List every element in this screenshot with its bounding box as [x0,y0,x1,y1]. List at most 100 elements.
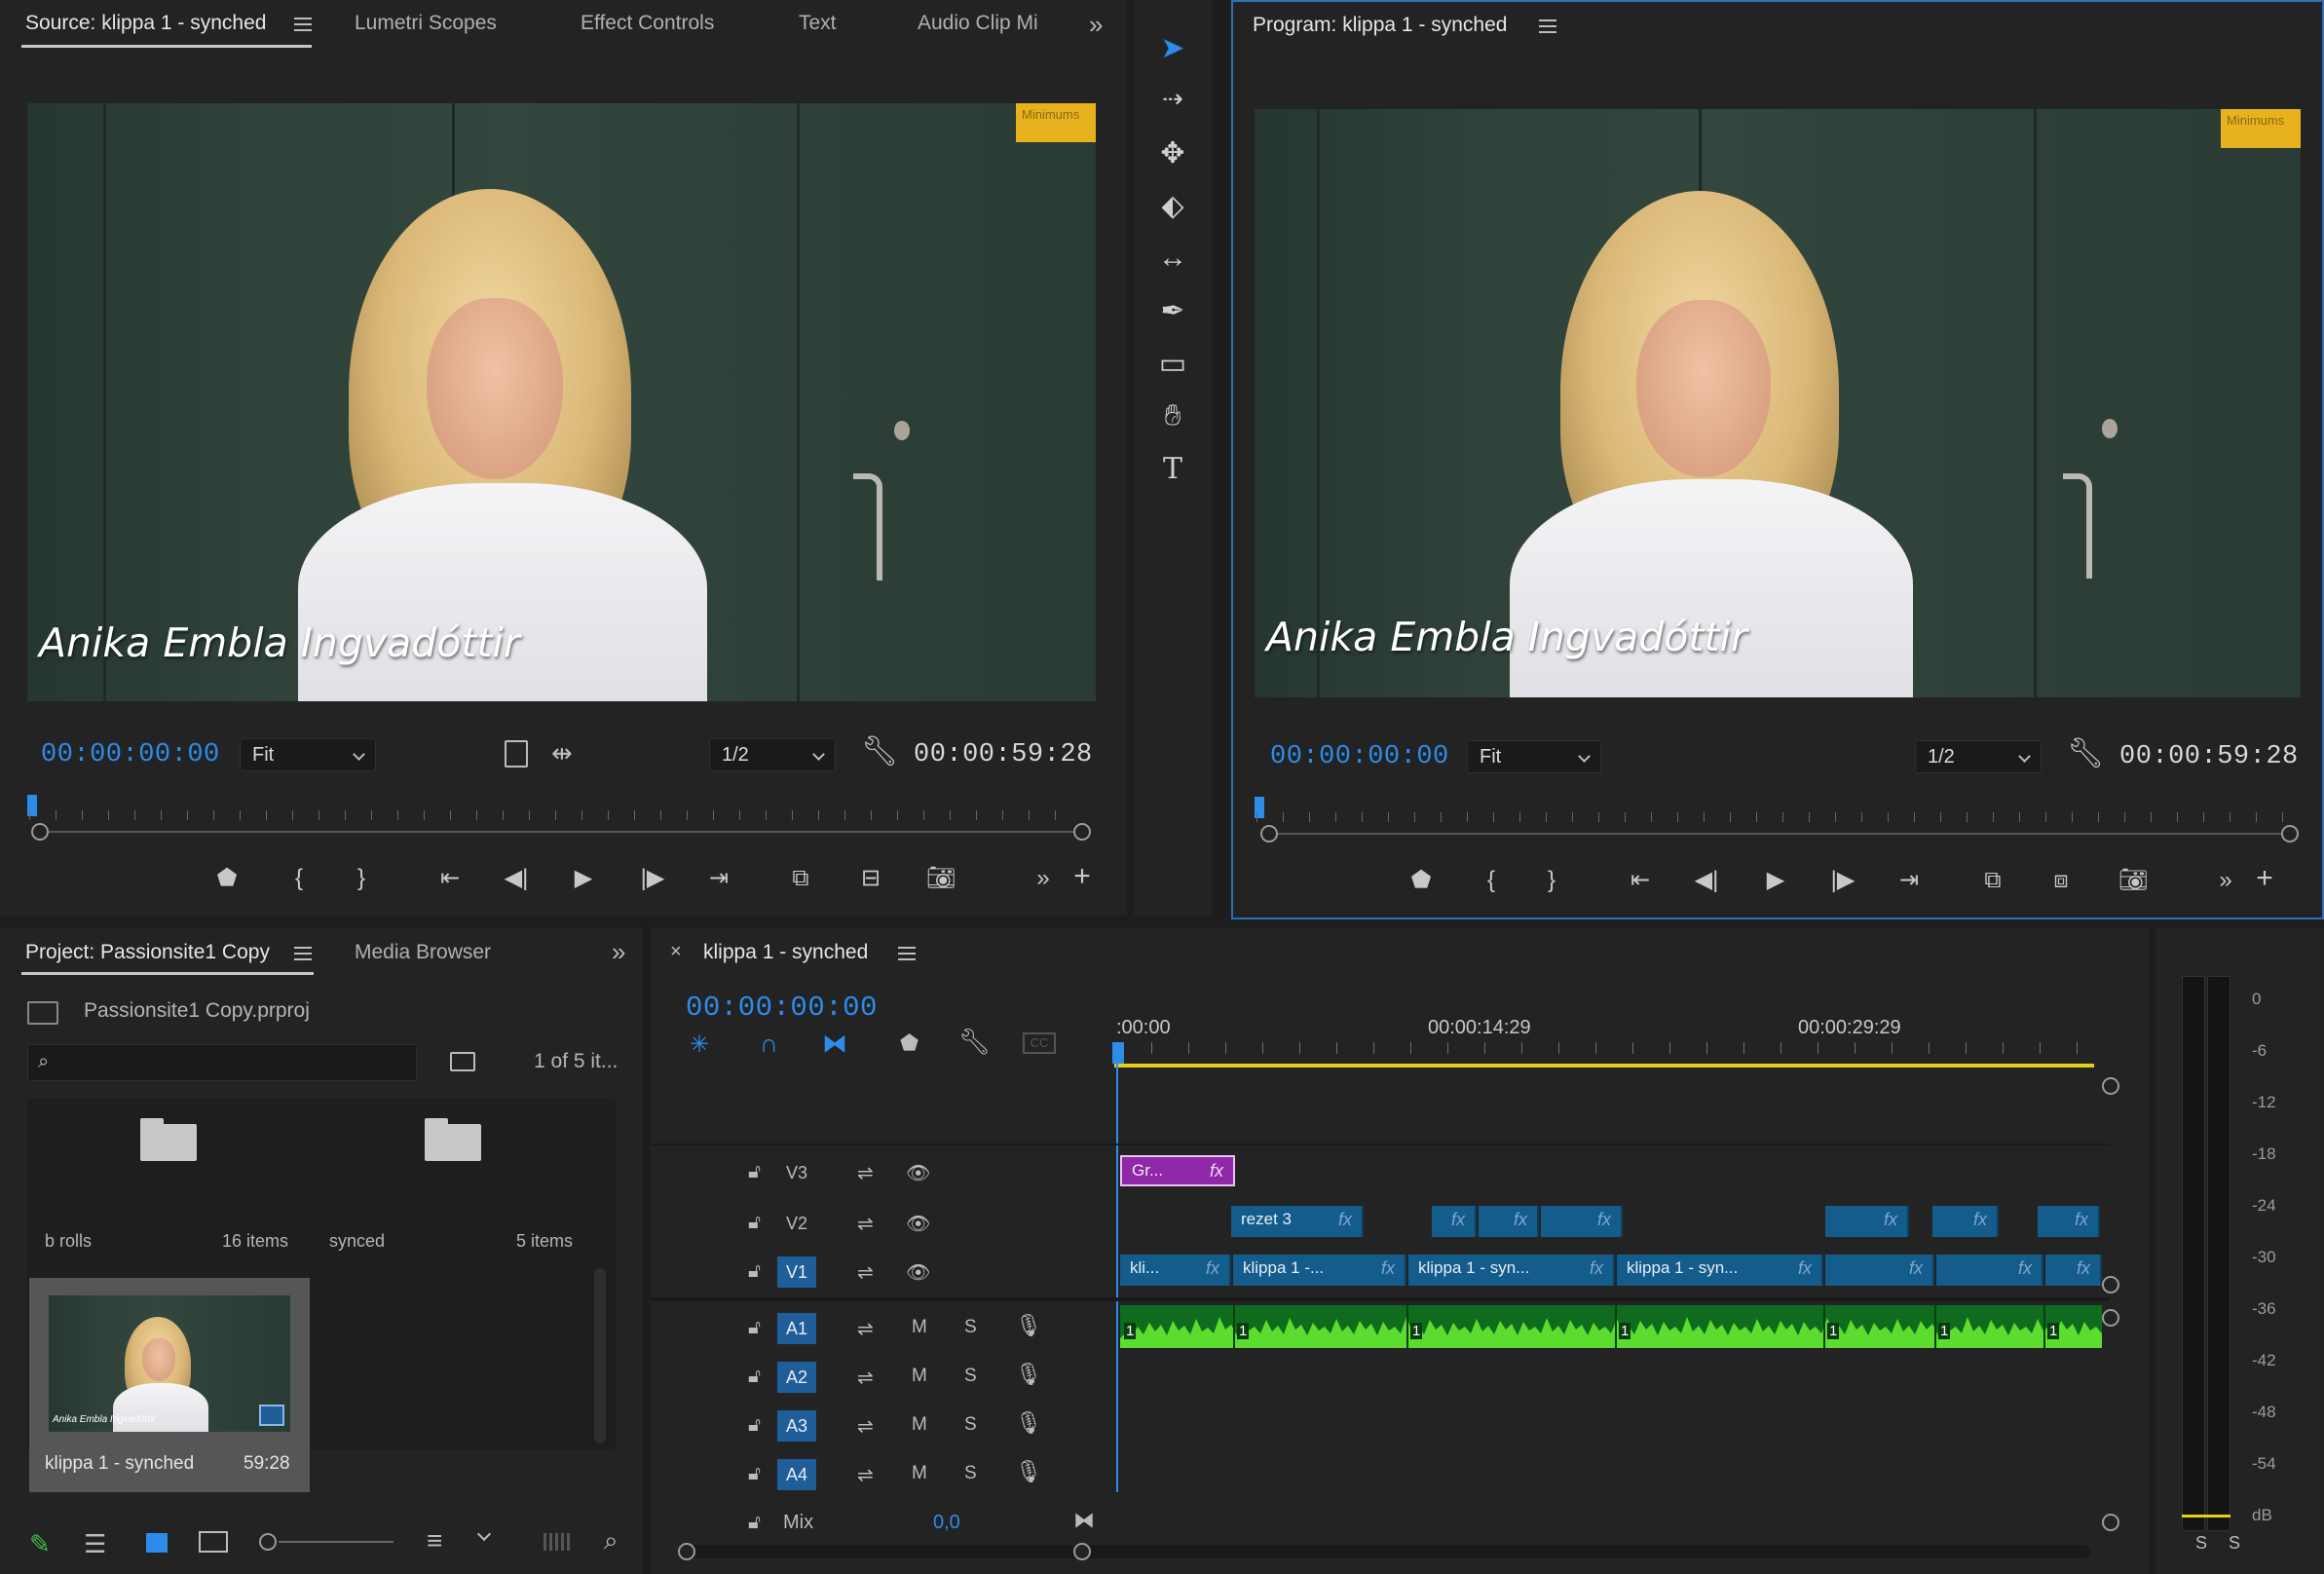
go-to-out-icon[interactable]: ⇥ [699,864,738,893]
insert-icon[interactable]: ⧉ [781,864,820,893]
video-clip[interactable]: kli... fx [1120,1255,1231,1286]
step-back-icon[interactable]: ◀| [499,864,534,893]
zoom-slider-track[interactable] [279,1541,394,1543]
tab-project[interactable]: Project: Passionsite1 Copy [25,941,270,964]
video-clip[interactable]: fx [1825,1255,1934,1286]
clip-tile[interactable]: Anika Embla Ingvadóttir klippa 1 - synch… [29,1278,310,1492]
lock-icon[interactable]: 🔓︎ [748,1317,761,1339]
tab-effect-controls[interactable]: Effect Controls [581,12,714,35]
timeline-menu-icon[interactable] [898,947,916,960]
vertical-scroll-audio-top[interactable] [2102,1309,2119,1327]
lock-icon[interactable]: 🔓︎ [748,1512,761,1534]
icon-view-icon[interactable] [146,1533,168,1553]
video-clip[interactable]: fx [2038,1206,2100,1237]
program-resolution-dropdown[interactable]: 1/2 [1915,740,2042,773]
overflow-tabs-icon[interactable]: » [612,937,625,967]
track-label-v2[interactable]: V2 [777,1208,816,1239]
horizontal-scroll-right[interactable] [1073,1543,1091,1560]
track-label-a3[interactable]: A3 [777,1410,816,1442]
track-label-v3[interactable]: V3 [777,1157,816,1188]
vertical-scroll-audio-bottom[interactable] [2102,1514,2119,1531]
solo-left-button[interactable]: S [2195,1533,2207,1554]
mix-value[interactable]: 0,0 [933,1512,960,1534]
tab-text[interactable]: Text [799,12,837,35]
overflow-tabs-icon[interactable]: » [1089,10,1103,40]
mute-button[interactable]: M [912,1414,927,1436]
solo-button[interactable]: S [964,1463,977,1484]
rectangle-tool-icon[interactable]: ▭ [1147,347,1198,381]
automate-to-sequence-icon[interactable] [544,1533,573,1551]
lock-icon[interactable]: 🔓︎ [748,1414,761,1437]
type-tool-icon[interactable]: T [1147,452,1198,486]
lock-icon[interactable]: 🔓︎ [748,1260,761,1283]
program-time-ruler[interactable] [1255,797,2289,822]
go-to-in-icon[interactable]: ⇤ [431,864,469,893]
video-clip[interactable]: klippa 1 -... fx [1233,1255,1406,1286]
mute-button[interactable]: M [912,1366,927,1387]
close-icon[interactable]: × [670,941,682,963]
zoom-handle-right[interactable] [2281,825,2299,843]
program-menu-icon[interactable] [1539,19,1556,33]
zoom-slider-handle[interactable] [259,1533,277,1551]
video-clip[interactable]: fx [1825,1206,1909,1237]
overwrite-icon[interactable]: ⊟ [851,864,890,893]
step-back-icon[interactable]: ◀| [1689,866,1724,895]
nest-icon[interactable]: ✳ [690,1031,709,1059]
go-to-out-icon[interactable]: ⇥ [1890,866,1929,895]
sync-lock-icon[interactable]: ⇌ [857,1212,874,1236]
graphic-clip[interactable]: Gr... fx [1120,1155,1235,1186]
export-frame-icon[interactable]: 📷︎ [2116,866,2151,895]
audio-clip-a1[interactable]: 1 1 1 1 1 1 1 [1120,1305,2102,1348]
play-icon[interactable]: ▶ [1759,866,1792,895]
more-controls-icon[interactable]: » [1029,864,1058,893]
lock-icon[interactable]: 🔓︎ [748,1463,761,1485]
go-to-mix-icon[interactable]: ⧓ [1073,1508,1095,1533]
microphone-icon[interactable]: 🎙︎ [1015,1459,1042,1484]
pencil-icon[interactable]: ✎ [29,1529,51,1559]
new-search-bin-icon[interactable] [450,1052,475,1071]
search-field[interactable]: ⌕ [27,1044,417,1081]
mute-button[interactable]: M [912,1317,927,1338]
mark-out-icon[interactable]: } [1537,866,1566,895]
track-label-v1[interactable]: V1 [777,1256,816,1288]
timeline-title[interactable]: klippa 1 - synched [703,941,868,964]
lock-icon[interactable]: 🔓︎ [748,1161,761,1183]
video-clip[interactable]: rezet 3 fx [1231,1206,1364,1237]
extract-icon[interactable]: ⧈ [2042,866,2080,895]
go-to-in-icon[interactable]: ⇤ [1621,866,1660,895]
program-video-frame[interactable]: Minimums Anika Embla Ingvadóttir [1255,109,2301,697]
track-label-a2[interactable]: A2 [777,1362,816,1393]
search-input[interactable] [63,1049,404,1076]
sync-lock-icon[interactable]: ⇌ [857,1414,874,1439]
lift-icon[interactable]: ⧉ [1973,866,2012,895]
source-timecode-in[interactable]: 00:00:00:00 [41,740,220,769]
mark-out-icon[interactable]: } [347,864,376,893]
button-editor-icon[interactable]: + [2250,864,2279,893]
track-select-forward-tool-icon[interactable]: ⇢ [1147,84,1198,114]
sync-lock-icon[interactable]: ⇌ [857,1366,874,1390]
play-icon[interactable]: ▶ [567,864,600,893]
more-controls-icon[interactable]: » [2211,866,2240,895]
film-icon[interactable] [505,740,528,768]
timeline-ruler-ticks[interactable] [1114,1042,2094,1054]
horizontal-scroll-left[interactable] [678,1543,695,1560]
add-marker-icon[interactable]: ⬟ [900,1031,918,1056]
vertical-scroll-video-bottom[interactable] [2102,1276,2119,1293]
slip-tool-icon[interactable]: ↔ [1147,242,1198,275]
video-clip[interactable]: fx [1932,1206,1999,1237]
selection-tool-icon[interactable]: ➤ [1147,31,1198,65]
zoom-handle-left[interactable] [1260,825,1278,843]
tab-source[interactable]: Source: klippa 1 - synched [25,12,266,35]
video-clip[interactable]: fx [1541,1206,1623,1237]
zoom-scrollbar[interactable] [39,831,1081,833]
lock-icon[interactable]: 🔓︎ [748,1212,761,1234]
source-fit-dropdown[interactable]: Fit [240,738,376,771]
vertical-scroll-top[interactable] [2102,1077,2119,1095]
playhead-marker[interactable] [1112,1042,1124,1064]
sync-lock-icon[interactable]: ⇌ [857,1317,874,1341]
ripple-edit-tool-icon[interactable]: ✥ [1147,136,1198,170]
solo-button[interactable]: S [964,1366,977,1387]
solo-button[interactable]: S [964,1414,977,1436]
add-marker-icon[interactable]: ⬟ [212,864,242,893]
folder-icon[interactable] [425,1118,481,1161]
